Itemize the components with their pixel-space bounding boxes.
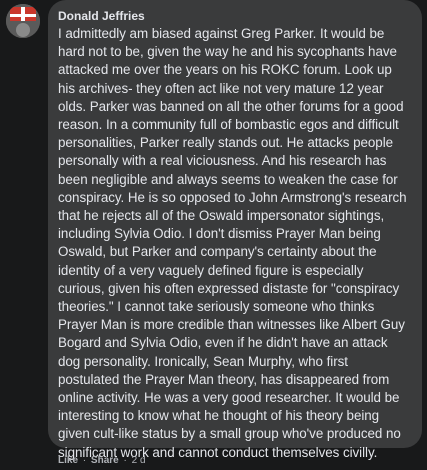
comment-timestamp[interactable]: 2 d (132, 455, 146, 466)
comment: Donald Jeffries I admittedly am biased a… (0, 0, 427, 470)
share-button[interactable]: Share (91, 455, 119, 466)
comment-actions: Like · Share · 2 d (58, 455, 146, 467)
avatar[interactable] (6, 4, 40, 38)
action-separator: · (82, 455, 87, 466)
like-button[interactable]: Like (58, 455, 78, 466)
comment-author[interactable]: Donald Jeffries (58, 8, 412, 24)
action-separator: · (123, 455, 127, 466)
comment-bubble: Donald Jeffries I admittedly am biased a… (48, 0, 422, 460)
avatar-image (6, 4, 40, 38)
comment-text: I admittedly am biased against Greg Park… (58, 26, 407, 460)
